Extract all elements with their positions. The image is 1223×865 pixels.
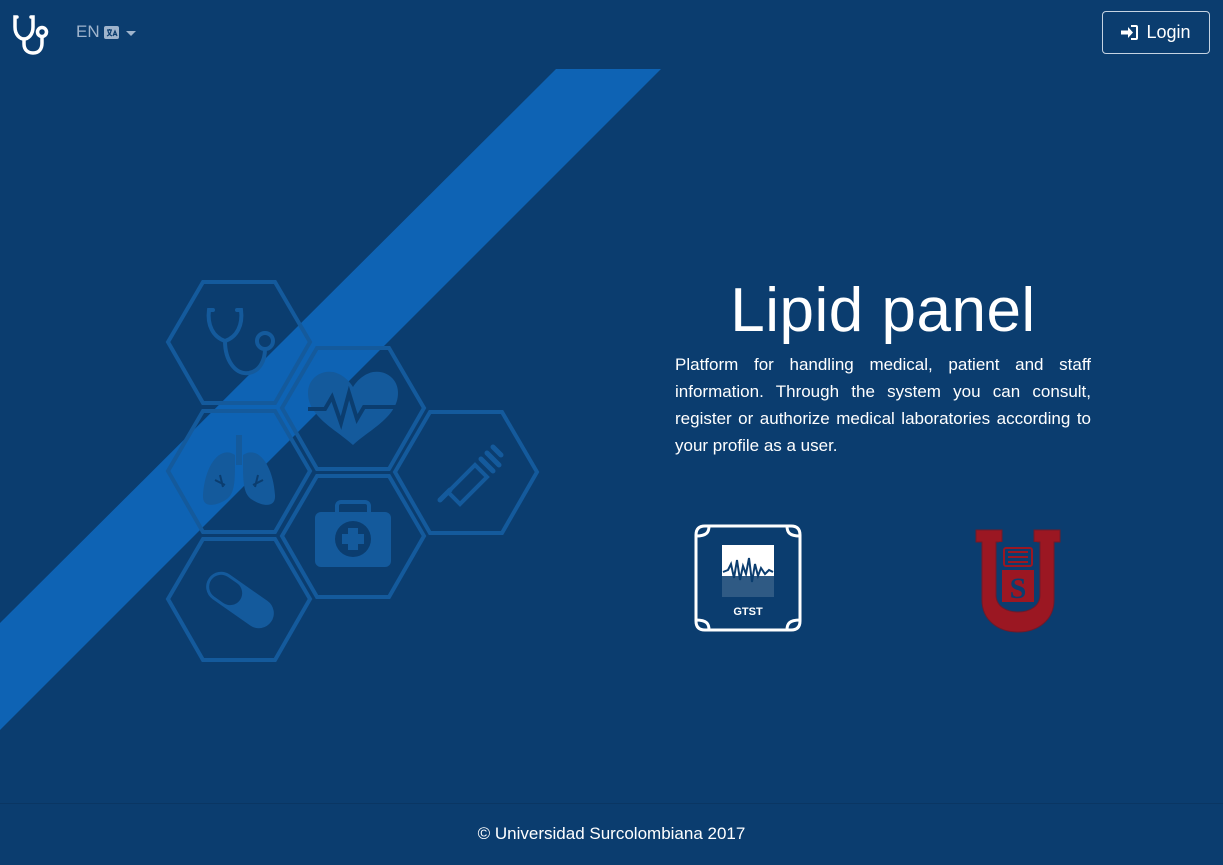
login-label: Login xyxy=(1146,22,1191,42)
lungs-icon xyxy=(202,435,276,505)
syringe-icon xyxy=(437,444,504,507)
platform-description: Platform for handling medical, patient a… xyxy=(675,355,1091,455)
footer-divider xyxy=(0,803,1223,804)
language-label: EN xyxy=(76,22,100,41)
gtst-label: GTST xyxy=(733,606,763,618)
universidad-surcolombiana-logo[interactable]: S xyxy=(972,520,1064,635)
page-title: Lipid panel xyxy=(730,276,1036,345)
heartbeat-icon xyxy=(308,371,398,445)
stethoscope-icon[interactable] xyxy=(11,13,51,55)
stethoscope-icon xyxy=(206,308,275,376)
sign-in-icon xyxy=(1121,25,1139,40)
first-aid-kit-icon xyxy=(315,500,391,567)
footer-copyright: © Universidad Surcolombiana 2017 xyxy=(477,824,746,843)
translate-globe-icon xyxy=(103,25,119,39)
usco-letter-s: S xyxy=(1010,572,1027,605)
medical-hexagon-illustration xyxy=(165,280,540,662)
pill-icon xyxy=(206,571,274,629)
chevron-down-icon xyxy=(125,30,136,36)
login-button[interactable]: Login xyxy=(1102,11,1210,54)
gtst-logo[interactable]: GTST xyxy=(693,522,803,634)
top-navbar: EN Login xyxy=(0,0,1223,68)
language-selector[interactable]: EN xyxy=(76,22,136,42)
